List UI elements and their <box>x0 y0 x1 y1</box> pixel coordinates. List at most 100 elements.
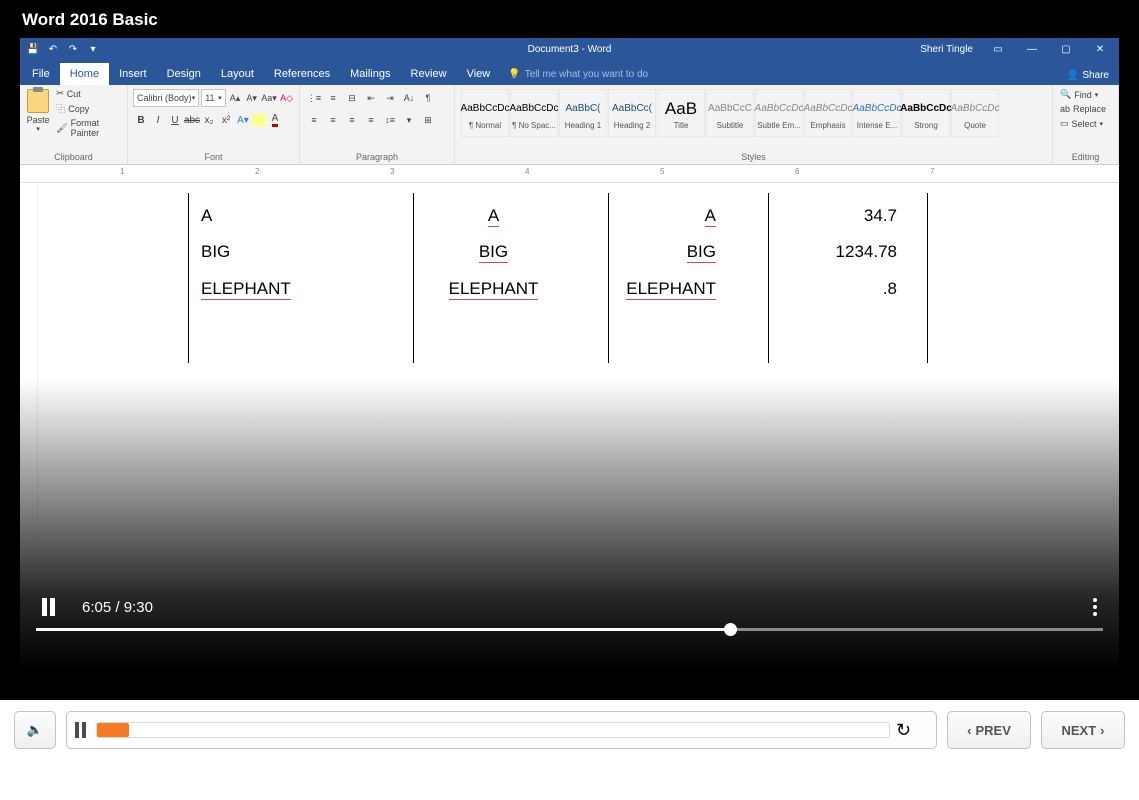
bullets-button[interactable]: ⋮≡ <box>305 89 323 107</box>
italic-button[interactable]: I <box>150 111 166 129</box>
increase-indent-button[interactable]: ⇥ <box>381 89 399 107</box>
ribbon-options-icon[interactable]: ▭ <box>983 40 1013 60</box>
styles-group: AaBbCcDc¶ NormalAaBbCcDc¶ No Spac...AaBb… <box>455 85 1053 164</box>
align-left-button[interactable]: ≡ <box>305 111 323 129</box>
style-item[interactable]: AaBbCc(Heading 2 <box>608 89 656 137</box>
numbering-button[interactable]: ≡ <box>324 89 342 107</box>
strikethrough-button[interactable]: abc <box>184 111 200 129</box>
bulb-icon: 💡 <box>508 69 520 80</box>
style-item[interactable]: AaBbC(Heading 1 <box>559 89 607 137</box>
align-right-button[interactable]: ≡ <box>343 111 361 129</box>
undo-icon[interactable]: ↶ <box>46 43 60 57</box>
style-item[interactable]: AaBbCcDcStrong <box>902 89 950 137</box>
shrink-font-button[interactable]: A▾ <box>244 90 259 106</box>
style-item[interactable]: AaBbCcDcQuote <box>951 89 999 137</box>
tab-layout[interactable]: Layout <box>211 63 264 85</box>
maximize-icon[interactable]: ▢ <box>1051 40 1081 60</box>
course-control-bar: 🔈 ↻ ‹PREV NEXT› <box>0 700 1139 760</box>
tab-review[interactable]: Review <box>401 63 457 85</box>
inner-pause-button[interactable] <box>42 598 62 616</box>
style-item[interactable]: AaBbCcDc¶ No Spac... <box>510 89 558 137</box>
decrease-indent-button[interactable]: ⇤ <box>362 89 380 107</box>
inner-seek-bar[interactable] <box>36 628 1103 631</box>
player-title: Word 2016 Basic <box>0 0 1139 38</box>
superscript-button[interactable]: x² <box>218 111 234 129</box>
style-item[interactable]: AaBbCcCSubtitle <box>706 89 754 137</box>
right-tab-column: A BIG ELEPHANT <box>608 193 728 363</box>
tab-stops-demo: A BIG ELEPHANT A BIG ELEPHANT A BIG ELEP… <box>48 193 1089 373</box>
bold-button[interactable]: B <box>133 111 149 129</box>
copy-button[interactable]: ⿻Copy <box>54 101 123 116</box>
search-icon: 🔍 <box>1060 89 1071 100</box>
select-button[interactable]: ▭Select▾ <box>1057 116 1114 131</box>
tell-me-search[interactable]: 💡Tell me what you want to do <box>500 64 656 85</box>
borders-button[interactable]: ⊞ <box>419 111 437 129</box>
cell: ELEPHANT <box>414 271 573 307</box>
clipboard-icon <box>27 89 49 113</box>
cell: BIG <box>414 234 573 270</box>
course-seek-bar[interactable] <box>96 722 890 738</box>
course-seek-control: ↻ <box>66 711 937 749</box>
course-pause-button[interactable] <box>71 722 90 738</box>
sort-button[interactable]: A↓ <box>400 89 418 107</box>
tab-file[interactable]: File <box>22 63 60 85</box>
grow-font-button[interactable]: A▴ <box>228 90 243 106</box>
style-item[interactable]: AaBTitle <box>657 89 705 137</box>
cell: BIG <box>609 234 728 270</box>
tab-references[interactable]: References <box>264 63 340 85</box>
font-group: Calibri (Body)▾ 11▾ A▴ A▾ Aa▾ A◇ B I U a… <box>128 85 300 164</box>
underline-button[interactable]: U <box>167 111 183 129</box>
chevron-left-icon: ‹ <box>967 723 971 738</box>
save-icon[interactable]: 💾 <box>26 43 40 57</box>
replace-icon: ab <box>1060 104 1070 114</box>
change-case-button[interactable]: Aa▾ <box>261 90 277 106</box>
next-button[interactable]: NEXT› <box>1041 711 1125 749</box>
cell: A <box>609 198 728 234</box>
tab-design[interactable]: Design <box>157 63 211 85</box>
total-time: 9:30 <box>124 599 153 616</box>
minimize-icon[interactable]: — <box>1017 40 1047 60</box>
paste-button[interactable]: Paste ▾ <box>24 87 52 139</box>
show-marks-button[interactable]: ¶ <box>419 89 437 107</box>
align-center-button[interactable]: ≡ <box>324 111 342 129</box>
justify-button[interactable]: ≡ <box>362 111 380 129</box>
format-painter-button[interactable]: 🖌Format Painter <box>54 117 123 139</box>
subscript-button[interactable]: x₂ <box>201 111 217 129</box>
close-icon[interactable]: ✕ <box>1085 40 1115 60</box>
clipboard-group: Paste ▾ ✂Cut ⿻Copy 🖌Format Painter Clipb… <box>20 85 128 164</box>
highlight-button[interactable] <box>252 114 266 126</box>
copy-icon: ⿻ <box>56 102 65 115</box>
replay-button[interactable]: ↻ <box>896 720 932 741</box>
horizontal-ruler[interactable]: 1234567 <box>20 165 1119 183</box>
style-item[interactable]: AaBbCcDcEmphasis <box>804 89 852 137</box>
multilevel-button[interactable]: ⊟ <box>343 89 361 107</box>
font-color-button[interactable]: A <box>267 111 283 129</box>
text-effects-button[interactable]: A▾ <box>235 111 251 129</box>
line-spacing-button[interactable]: ↕≡ <box>381 111 399 129</box>
styles-gallery[interactable]: AaBbCcDc¶ NormalAaBbCcDc¶ No Spac...AaBb… <box>459 87 1048 139</box>
find-button[interactable]: 🔍Find▾ <box>1057 87 1114 102</box>
style-item[interactable]: AaBbCcDcIntense E... <box>853 89 901 137</box>
more-options-button[interactable] <box>1093 598 1097 616</box>
redo-icon[interactable]: ↷ <box>66 43 80 57</box>
share-button[interactable]: 👤Share <box>1057 66 1119 85</box>
prev-button[interactable]: ‹PREV <box>947 711 1031 749</box>
tab-view[interactable]: View <box>457 63 501 85</box>
replace-button[interactable]: abReplace <box>1057 102 1114 116</box>
tab-home[interactable]: Home <box>60 63 109 85</box>
font-name-selector[interactable]: Calibri (Body)▾ <box>133 89 199 107</box>
tab-mailings[interactable]: Mailings <box>340 63 400 85</box>
clear-formatting-button[interactable]: A◇ <box>279 90 294 106</box>
volume-button[interactable]: 🔈 <box>14 711 56 749</box>
seek-thumb[interactable] <box>724 623 737 636</box>
cell: A <box>414 198 573 234</box>
tab-insert[interactable]: Insert <box>109 63 157 85</box>
qat-dropdown-icon[interactable]: ▾ <box>86 43 100 57</box>
style-item[interactable]: AaBbCcDcSubtle Em... <box>755 89 803 137</box>
font-size-selector[interactable]: 11▾ <box>201 89 225 107</box>
cut-button[interactable]: ✂Cut <box>54 87 123 100</box>
quick-access-toolbar: 💾 ↶ ↷ ▾ <box>20 43 100 57</box>
style-item[interactable]: AaBbCcDc¶ Normal <box>461 89 509 137</box>
shading-button[interactable]: ▾ <box>400 111 418 129</box>
font-label: Font <box>132 150 295 164</box>
